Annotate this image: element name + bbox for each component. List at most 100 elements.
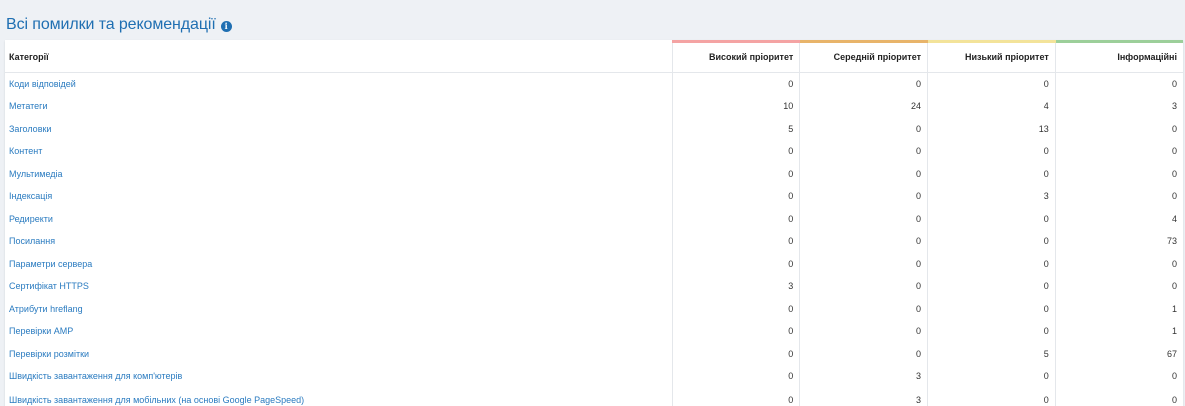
informational-count: 0 <box>1054 365 1183 388</box>
high-priority-count: 3 <box>671 275 800 298</box>
column-header-categories[interactable]: Категорії <box>5 41 672 73</box>
informational-count: 0 <box>1054 275 1183 298</box>
informational-count: 0 <box>1054 252 1183 275</box>
informational-count: 73 <box>1054 230 1183 253</box>
high-priority-count: 0 <box>671 230 800 253</box>
category-cell: Атрибути hreflang <box>5 298 672 321</box>
low-priority-count: 0 <box>927 230 1056 253</box>
table-row: Сертифікат HTTPS 3 0 0 0 <box>5 275 1183 298</box>
medium-priority-count: 0 <box>799 117 928 140</box>
medium-priority-count: 0 <box>799 185 928 208</box>
category-link[interactable]: Мультимедіа <box>9 169 63 179</box>
category-link[interactable]: Перевірки розмітки <box>9 349 89 359</box>
medium-priority-count: 0 <box>799 162 928 185</box>
low-priority-count: 4 <box>927 95 1056 118</box>
category-link[interactable]: Параметри сервера <box>9 259 92 269</box>
table-row: Перевірки AMP 0 0 0 1 <box>5 320 1183 343</box>
low-priority-count: 0 <box>927 387 1056 406</box>
category-link[interactable]: Коди відповідей <box>9 79 76 89</box>
category-cell: Редиректи <box>5 208 672 231</box>
category-cell: Швидкість завантаження для комп'ютерів <box>5 365 672 388</box>
medium-priority-count: 0 <box>799 207 928 230</box>
low-priority-count: 0 <box>927 320 1056 343</box>
medium-priority-count: 0 <box>799 342 928 365</box>
column-header-low-priority[interactable]: Низький пріоритет <box>927 40 1056 73</box>
informational-count: 67 <box>1054 342 1183 365</box>
informational-count: 0 <box>1054 162 1183 185</box>
category-link[interactable]: Метатеги <box>9 101 47 111</box>
category-cell: Посилання <box>5 230 672 253</box>
medium-priority-count: 0 <box>799 320 928 343</box>
table-row: Індексація 0 0 3 0 <box>5 185 1183 208</box>
high-priority-count: 0 <box>671 140 800 163</box>
column-header-informational[interactable]: Інформаційні <box>1054 40 1183 73</box>
table-header-row: Категорії Високий пріоритет Середній прі… <box>5 40 1183 73</box>
category-link[interactable]: Контент <box>9 146 42 156</box>
medium-priority-count: 0 <box>799 140 928 163</box>
category-link[interactable]: Швидкість завантаження для мобільних (на… <box>9 395 304 405</box>
table-row: Мультимедіа 0 0 0 0 <box>5 162 1183 186</box>
high-priority-count: 0 <box>671 185 800 208</box>
high-priority-count: 0 <box>671 252 800 275</box>
category-link[interactable]: Сертифікат HTTPS <box>9 281 89 291</box>
category-cell: Індексація <box>5 185 672 208</box>
category-cell: Перевірки AMP <box>5 320 672 343</box>
high-priority-count: 0 <box>671 365 800 388</box>
category-link[interactable]: Індексація <box>9 191 52 201</box>
category-cell: Контент <box>5 140 672 163</box>
info-icon[interactable]: i <box>220 20 232 32</box>
table-row: Редиректи 0 0 0 4 <box>5 207 1183 231</box>
low-priority-count: 0 <box>927 140 1056 163</box>
medium-priority-count: 0 <box>799 297 928 320</box>
high-priority-count: 0 <box>671 162 800 185</box>
high-priority-count: 0 <box>671 387 800 406</box>
category-link[interactable]: Перевірки AMP <box>9 326 73 336</box>
category-cell: Параметри сервера <box>5 253 672 276</box>
column-header-medium-priority[interactable]: Середній пріоритет <box>799 40 928 73</box>
informational-count: 4 <box>1054 207 1183 230</box>
table-row: Швидкість завантаження для мобільних (на… <box>5 387 1183 406</box>
category-link[interactable]: Швидкість завантаження для комп'ютерів <box>9 371 182 381</box>
column-header-high-priority[interactable]: Високий пріоритет <box>671 40 800 73</box>
informational-count: 0 <box>1054 140 1183 163</box>
category-link[interactable]: Редиректи <box>9 214 53 224</box>
category-cell: Заголовки <box>5 118 672 141</box>
table-row: Посилання 0 0 0 73 <box>5 230 1183 253</box>
informational-count: 0 <box>1054 72 1183 95</box>
section-heading: Всі помилки та рекомендації i <box>6 14 1180 36</box>
low-priority-count: 0 <box>927 207 1056 230</box>
high-priority-count: 0 <box>671 207 800 230</box>
low-priority-count: 3 <box>927 185 1056 208</box>
table-row: Перевірки розмітки 0 0 5 67 <box>5 342 1183 366</box>
informational-count: 0 <box>1054 185 1183 208</box>
informational-count: 1 <box>1054 297 1183 320</box>
high-priority-count: 0 <box>671 72 800 95</box>
medium-priority-count: 3 <box>799 365 928 388</box>
table-row: Коди відповідей 0 0 0 0 <box>5 72 1183 95</box>
table-row: Контент 0 0 0 0 <box>5 140 1183 163</box>
high-priority-count: 5 <box>671 117 800 140</box>
table-row: Метатеги 10 24 4 3 <box>5 95 1183 118</box>
table-row: Параметри сервера 0 0 0 0 <box>5 252 1183 276</box>
category-link[interactable]: Посилання <box>9 236 55 246</box>
category-link[interactable]: Атрибути hreflang <box>9 304 83 314</box>
category-cell: Швидкість завантаження для мобільних (на… <box>5 388 672 406</box>
table-row: Швидкість завантаження для комп'ютерів 0 3… <box>5 365 1183 388</box>
issues-table-card: Категорії Високий пріоритет Середній прі… <box>5 40 1183 406</box>
informational-count: 1 <box>1054 320 1183 343</box>
category-cell: Сертифікат HTTPS <box>5 275 672 298</box>
informational-count: 0 <box>1054 387 1183 406</box>
category-cell: Коди відповідей <box>5 72 672 95</box>
medium-priority-count: 24 <box>799 95 928 118</box>
low-priority-count: 0 <box>927 275 1056 298</box>
low-priority-count: 0 <box>927 162 1056 185</box>
low-priority-count: 0 <box>927 365 1056 388</box>
table-row: Атрибути hreflang 0 0 0 1 <box>5 297 1183 321</box>
category-cell: Мультимедіа <box>5 163 672 186</box>
issues-table: Категорії Високий пріоритет Середній прі… <box>5 40 1183 406</box>
low-priority-count: 0 <box>927 72 1056 95</box>
medium-priority-count: 3 <box>799 387 928 406</box>
category-cell: Перевірки розмітки <box>5 343 672 366</box>
medium-priority-count: 0 <box>799 275 928 298</box>
category-link[interactable]: Заголовки <box>9 124 51 134</box>
